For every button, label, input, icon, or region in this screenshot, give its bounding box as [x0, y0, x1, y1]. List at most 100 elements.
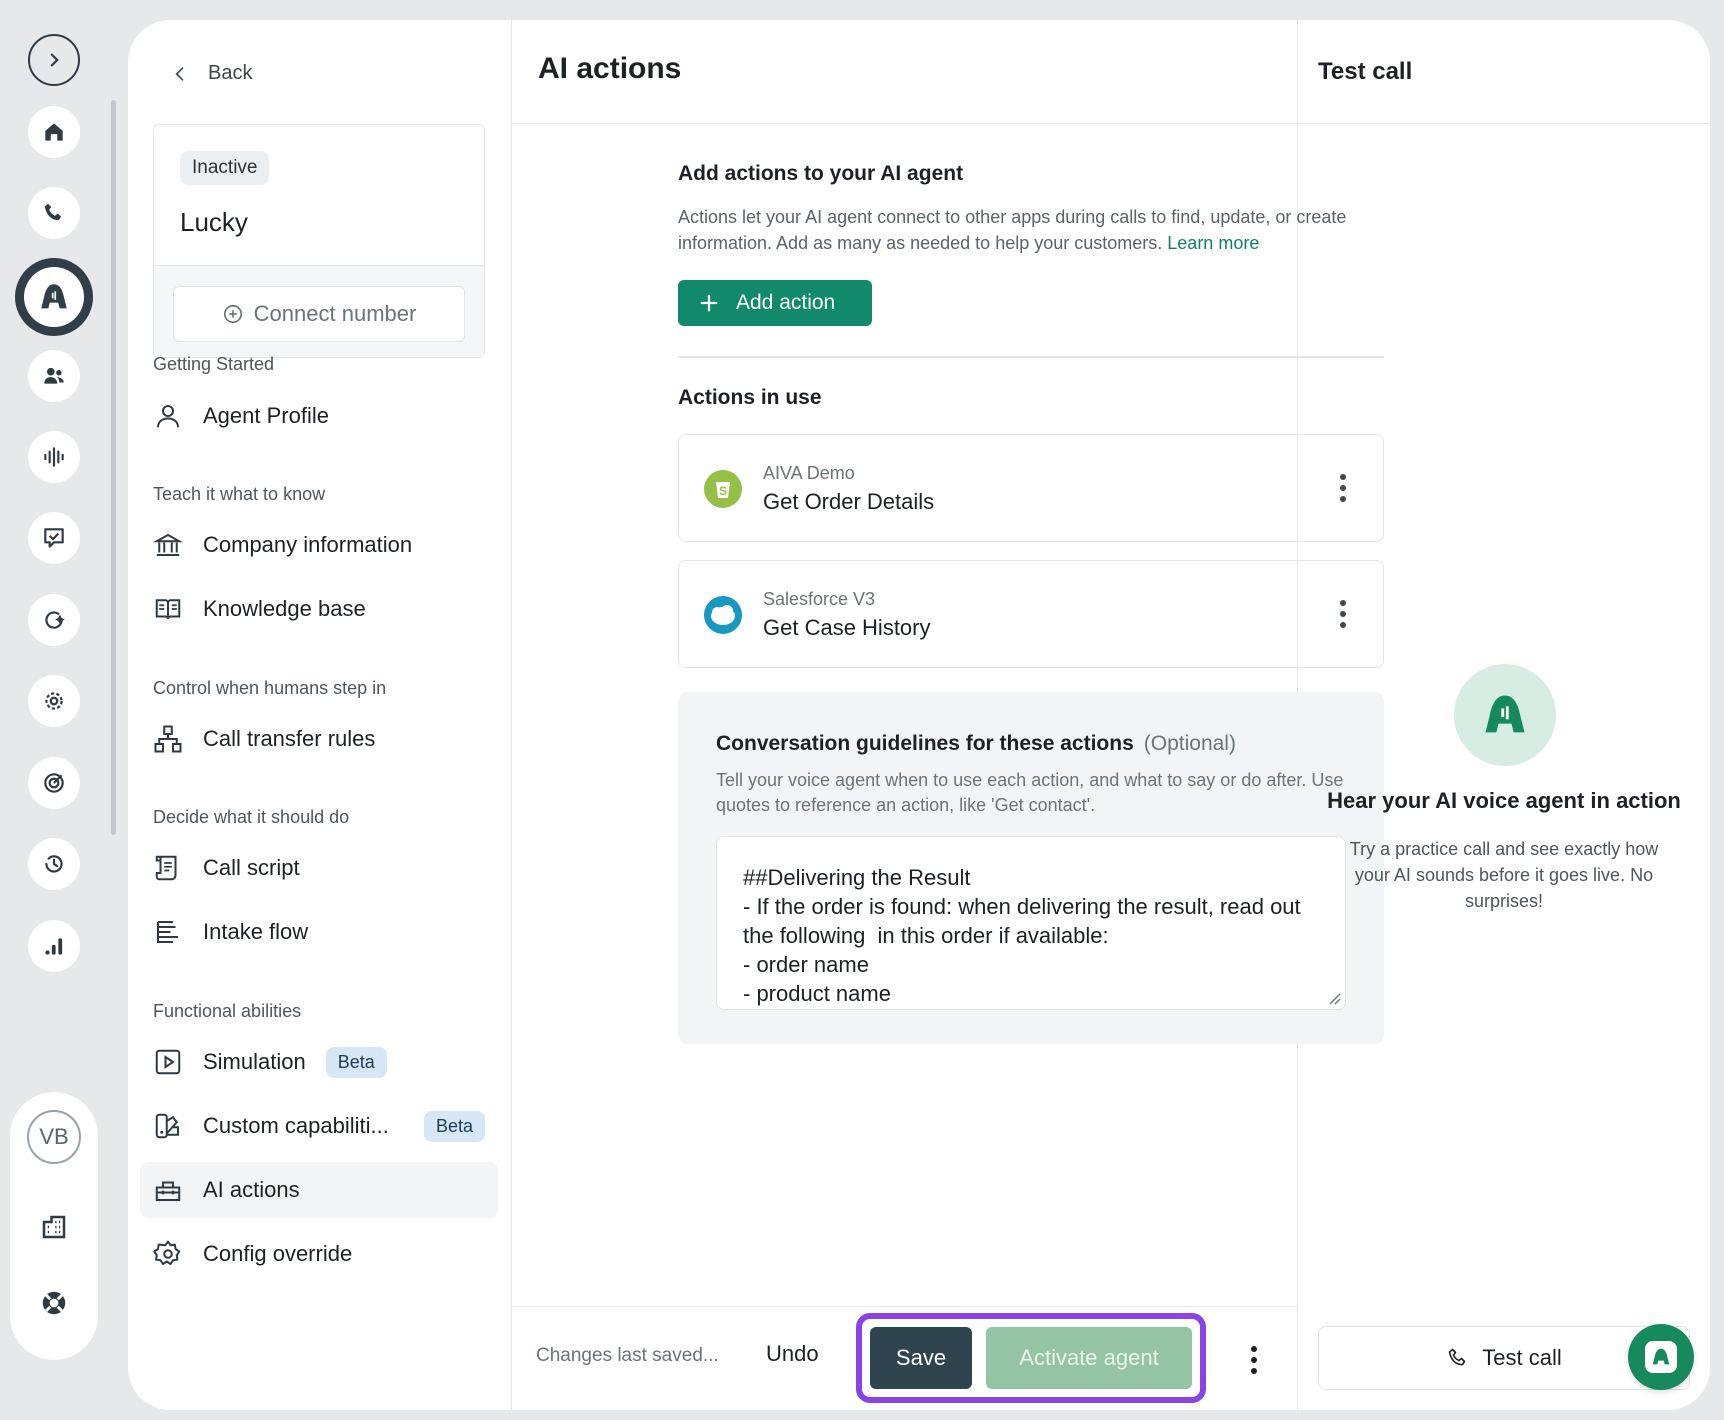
agent-name: Lucky	[180, 207, 248, 237]
page-title: AI actions	[538, 52, 682, 85]
status-badge: Inactive	[180, 151, 270, 185]
waveform-icon	[44, 447, 64, 467]
expand-rail-button[interactable]	[28, 34, 80, 86]
main-card: Back Inactive Lucky Connect number Getti…	[128, 20, 1710, 1410]
ai-actions-panel: AI actions Add actions to your AI agent …	[512, 20, 1384, 1410]
bar-chart-icon	[45, 938, 63, 955]
ai-agent-icon	[41, 284, 67, 309]
test-call-header: Test call	[1298, 20, 1710, 124]
gear-sparkle-icon	[45, 692, 63, 710]
section-functional: Functional abilities	[153, 1001, 302, 1021]
optional-label: (Optional)	[1143, 732, 1236, 755]
activate-agent-button[interactable]: Activate agent	[986, 1327, 1192, 1389]
section-getting-started: Getting Started	[153, 354, 275, 374]
phone-icon	[44, 203, 62, 221]
action-card[interactable]: S AIVA Demo Get Order Details	[678, 434, 1384, 542]
undo-button[interactable]: Undo	[766, 1341, 819, 1367]
action-card[interactable]: Salesforce V3 Get Case History	[678, 560, 1384, 668]
nav-item-config-override[interactable]: Config override	[153, 1226, 485, 1282]
guidelines-description: Tell your voice agent when to use each a…	[716, 770, 1344, 815]
nav-item-agent-profile[interactable]: Agent Profile	[153, 388, 485, 444]
save-button[interactable]: Save	[870, 1327, 972, 1389]
target-icon	[44, 773, 64, 793]
avatar-initials: VB	[39, 1124, 69, 1149]
beta-badge: Beta	[423, 1110, 485, 1142]
people-icon	[44, 367, 64, 384]
gear-icon	[153, 1240, 181, 1265]
settings-nav: Back Inactive Lucky Connect number Getti…	[128, 20, 512, 1410]
chat-check-icon	[44, 528, 64, 548]
panel-header: AI actions	[512, 20, 1297, 124]
add-actions-description: Actions let your AI agent connect to oth…	[678, 204, 1392, 256]
sparkle-cycle-icon	[45, 611, 65, 629]
activate-label: Activate agent	[1019, 1345, 1159, 1370]
test-call-panel: Test call Hear your AI voice agent in ac…	[1298, 20, 1710, 1410]
bank-icon	[153, 533, 183, 556]
ai-agent-icon	[1652, 1348, 1670, 1365]
contacts-nav-button[interactable]	[28, 350, 80, 402]
nav-item-label: Custom capabiliti...	[203, 1113, 389, 1138]
beta-badge: Beta	[325, 1046, 387, 1078]
nav-item-custom-capabilities[interactable]: Custom capabiliti... Beta	[153, 1098, 485, 1154]
back-link[interactable]: Back	[170, 62, 252, 85]
automation-nav-button[interactable]	[28, 675, 80, 727]
nav-item-call-transfer-rules[interactable]: Call transfer rules	[153, 711, 485, 767]
plus-icon	[700, 294, 718, 312]
test-call-label: Test call	[1482, 1345, 1562, 1370]
phone-icon	[1448, 1348, 1466, 1366]
plus-circle-icon	[223, 304, 242, 324]
calls-nav-button[interactable]	[28, 187, 80, 239]
nav-item-label: AI actions	[203, 1177, 300, 1202]
home-icon	[45, 123, 63, 141]
test-call-title: Test call	[1318, 58, 1413, 85]
section-decide: Decide what it should do	[153, 807, 350, 827]
action-source: Salesforce V3	[763, 589, 876, 609]
ai-agents-nav-button[interactable]	[15, 258, 93, 336]
save-label: Save	[895, 1345, 947, 1370]
goals-nav-button[interactable]	[28, 757, 80, 809]
last-saved-status: Changes last saved...	[536, 1345, 719, 1366]
actions-in-use-heading: Actions in use	[678, 386, 822, 409]
nav-item-intake-flow[interactable]: Intake flow	[153, 904, 485, 960]
nav-item-simulation[interactable]: Simulation Beta	[153, 1034, 485, 1090]
flow-icon	[157, 921, 178, 943]
history-nav-button[interactable]	[28, 838, 80, 890]
toolbox-icon	[155, 1181, 181, 1201]
back-label: Back	[208, 62, 253, 84]
book-icon	[155, 599, 181, 620]
hero-description: Try a practice call and see exactly how …	[1349, 839, 1659, 911]
add-action-button[interactable]: Add action	[678, 280, 872, 326]
guidelines-text: ##Delivering the Result - If the order i…	[743, 865, 1301, 1006]
guidelines-title: Conversation guidelines for these action…	[716, 732, 1236, 756]
ai-agent-icon-wrap	[24, 267, 84, 327]
home-nav-button[interactable]	[28, 106, 80, 158]
section-teach: Teach it what to know	[153, 484, 326, 504]
nav-item-call-script[interactable]: Call script	[153, 840, 485, 896]
more-options-icon[interactable]	[1250, 1345, 1258, 1375]
action-name: Get Case History	[763, 615, 931, 640]
insights-nav-button[interactable]	[28, 594, 80, 646]
nav-item-knowledge-base[interactable]: Knowledge base	[153, 581, 485, 637]
assistant-fab[interactable]	[1628, 1324, 1694, 1390]
nav-item-ai-actions[interactable]: AI actions	[140, 1162, 498, 1218]
analytics-nav-button[interactable]	[28, 920, 80, 972]
action-footer: Changes last saved... Undo Save Activate…	[512, 1306, 1297, 1410]
person-icon	[157, 405, 179, 428]
building-icon	[42, 1215, 66, 1239]
tasks-nav-button[interactable]	[28, 512, 80, 564]
palette-icon	[155, 1113, 179, 1139]
guidelines-textarea[interactable]: ##Delivering the Result - If the order i…	[716, 836, 1346, 1010]
voice-nav-button[interactable]	[28, 431, 80, 483]
ai-agent-badge	[1454, 664, 1556, 766]
rail-scrollbar[interactable]	[111, 100, 116, 835]
connect-number-button[interactable]: Connect number	[173, 286, 465, 342]
user-avatar[interactable]: VB	[27, 1110, 81, 1164]
help-button[interactable]	[39, 1288, 69, 1318]
agent-card-footer: Connect number	[154, 265, 484, 357]
learn-more-link[interactable]: Learn more	[1167, 233, 1259, 253]
nav-item-label: Company information	[203, 532, 413, 557]
icon-rail: VB	[0, 0, 122, 1420]
company-button[interactable]	[39, 1212, 69, 1242]
ai-agent-icon	[1485, 695, 1525, 733]
nav-item-company-information[interactable]: Company information	[153, 517, 485, 573]
